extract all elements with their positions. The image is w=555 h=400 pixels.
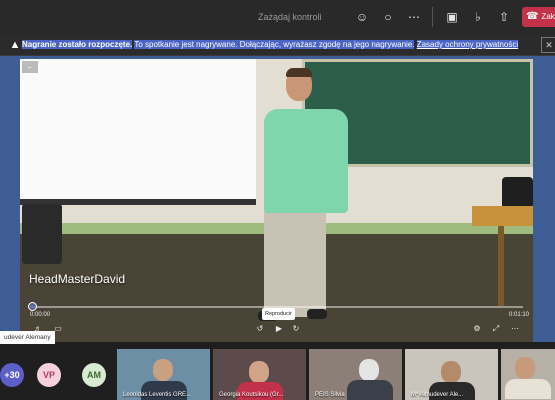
privacy-policy-link[interactable]: Zasady ochrony prywatności [416, 40, 519, 49]
bag [502, 177, 533, 209]
recording-consent-text: To spotkanie jest nagrywane. Dołączając,… [134, 40, 415, 49]
avatar[interactable]: AM [82, 363, 106, 387]
request-control-button[interactable]: Zażądaj kontroli [246, 8, 334, 26]
time-total: 0:01:10 [509, 312, 530, 318]
people-icon[interactable]: ☺ [353, 8, 371, 26]
participant-face [441, 361, 461, 383]
participant-name-chip: udever Alemany [0, 331, 55, 344]
forward-icon[interactable]: ↻ [289, 323, 303, 335]
presenter-legs [264, 209, 326, 317]
participant-body [505, 379, 551, 399]
overflow-avatar[interactable]: +30 [0, 363, 24, 387]
shared-content-stage: ← HeadMasterDavid 0:00:00 0:01:10 ♬ ▭ ↺ … [0, 56, 555, 342]
participant-tile[interactable]: Mª Almudever Ale... [405, 349, 498, 400]
fullscreen-icon[interactable]: ⤢ [489, 323, 503, 335]
participant-name: Leonidas Leventis GRE... [123, 392, 192, 398]
time-elapsed: 0:00:00 [30, 312, 51, 318]
participant-face [249, 361, 269, 383]
desk [472, 206, 533, 226]
presenter-shoe [307, 309, 327, 319]
settings-icon[interactable]: ⚙ [470, 323, 484, 335]
participant-strip: +30 VP AM Leonidas Leventis GRE... Georg… [0, 344, 555, 400]
recording-started-text: Nagranie zostało rozpoczęte. [22, 40, 133, 49]
back-arrow-icon[interactable]: ← [22, 61, 38, 73]
rewind-icon[interactable]: ↺ [253, 323, 267, 335]
play-icon[interactable]: ▶ [272, 323, 286, 335]
react-icon[interactable]: ○ [379, 8, 397, 26]
microphone-icon[interactable]: ♭ [469, 8, 487, 26]
participant-name: PEIS Silvia [315, 392, 345, 398]
participant-tile[interactable]: Leonidas Leventis GRE... [117, 349, 210, 400]
toolbar-divider [432, 7, 433, 27]
participant-face [359, 359, 379, 381]
presenter-name: HeadMasterDavid [29, 272, 126, 286]
meeting-toolbar: Zażądaj kontroli ☺ ○ ⋯ ▣ ♭ ⇧ ☎ Zak [0, 0, 555, 34]
avatar[interactable]: VP [37, 363, 61, 387]
more-options-icon[interactable]: ⋯ [508, 323, 522, 335]
participant-name: Mª Almudever Ale... [411, 392, 464, 398]
participant-body [347, 380, 393, 400]
presenter-hair [286, 68, 312, 77]
presenter-torso [264, 109, 348, 213]
projector-screen [20, 59, 256, 205]
leave-button[interactable]: ☎ Zak [522, 7, 555, 27]
more-icon[interactable]: ⋯ [405, 8, 423, 26]
video-player[interactable]: ← HeadMasterDavid 0:00:00 0:01:10 ♬ ▭ ↺ … [20, 59, 533, 342]
recording-notice: Nagranie zostało rozpoczęte. To spotkani… [22, 39, 519, 51]
participant-face [153, 359, 173, 381]
desk-leg [498, 226, 504, 306]
progress-handle[interactable] [28, 302, 37, 311]
participant-name: Georgia Koutsikou (Gr... [219, 392, 284, 398]
participant-face [515, 357, 535, 379]
participant-tile[interactable] [501, 349, 555, 400]
participant-tile[interactable]: PEIS Silvia [309, 349, 402, 400]
participant-tile[interactable]: Georgia Koutsikou (Gr... [213, 349, 306, 400]
chair [22, 204, 62, 264]
phone-icon: ☎ [526, 11, 539, 22]
share-tray-icon[interactable]: ⇧ [495, 8, 513, 26]
warning-icon: ▲ [9, 39, 21, 51]
camera-icon[interactable]: ▣ [443, 8, 461, 26]
play-tooltip: Reproducir [262, 308, 295, 320]
close-icon[interactable]: ✕ [541, 37, 555, 53]
recording-banner: ▲ Nagranie zostało rozpoczęte. To spotka… [0, 34, 555, 56]
